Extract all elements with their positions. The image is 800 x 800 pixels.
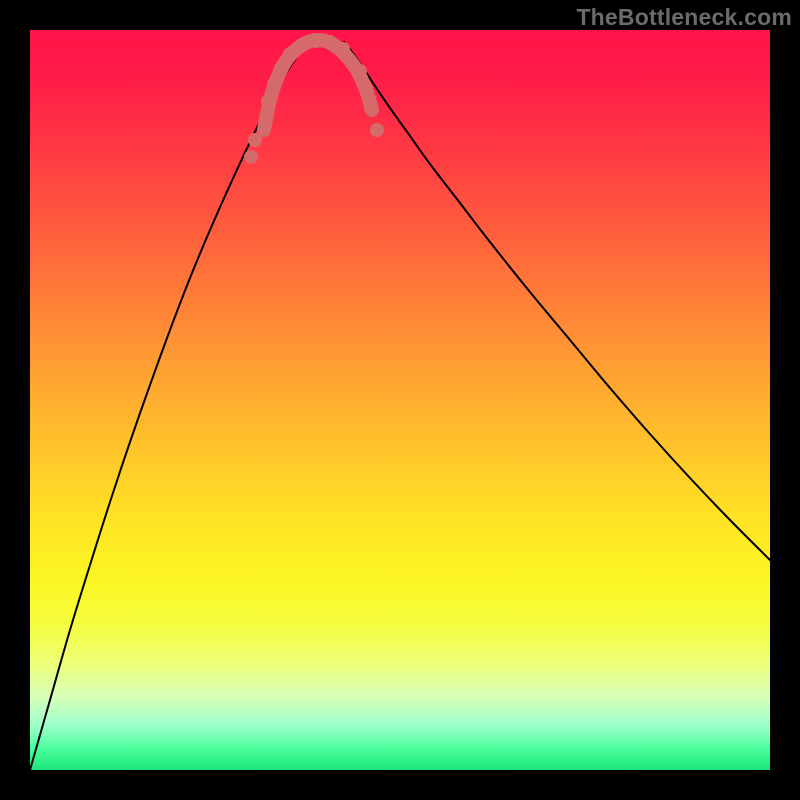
marker-dot (295, 38, 309, 52)
watermark-text: TheBottleneck.com (576, 4, 792, 31)
curve-left-curve (30, 38, 312, 770)
plot-area (30, 30, 770, 770)
marker-dot (248, 133, 262, 147)
marker-dot (283, 47, 297, 61)
marker-dot (267, 77, 281, 91)
marker-dot (336, 42, 350, 56)
chart-svg (30, 30, 770, 770)
marker-dot (261, 94, 275, 108)
marker-dot (359, 82, 373, 96)
marker-dot (370, 123, 384, 137)
marker-dot (323, 35, 337, 49)
marker-dot (244, 150, 258, 164)
marker-dot (364, 101, 378, 115)
marker-dot (309, 34, 323, 48)
curve-right-curve (344, 42, 770, 560)
marker-dot (353, 64, 367, 78)
marker-dot (274, 61, 288, 75)
chart-frame: TheBottleneck.com (0, 0, 800, 800)
